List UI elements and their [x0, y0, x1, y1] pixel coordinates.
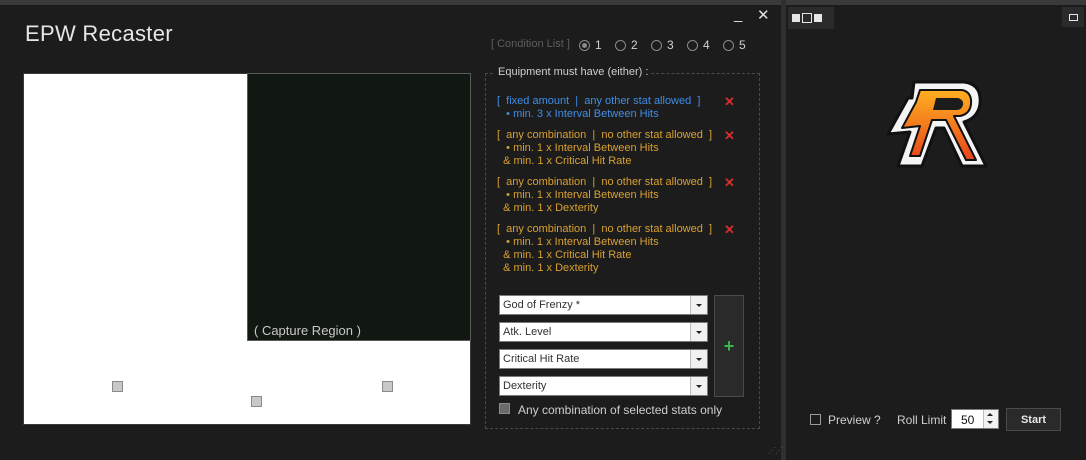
close-button[interactable]: ✕ — [757, 6, 770, 24]
spin-buttons[interactable] — [983, 410, 998, 428]
condition-entry-1[interactable]: [ fixed amount | any other stat allowed … — [497, 95, 700, 121]
condition-entry-3[interactable]: [ any combination | no other stat allowe… — [497, 176, 712, 215]
resize-handle-left[interactable] — [112, 381, 123, 392]
remove-condition-2-icon[interactable]: ✕ — [724, 128, 735, 144]
remove-condition-1-icon[interactable]: ✕ — [724, 94, 735, 110]
add-condition-button[interactable]: + — [714, 295, 744, 397]
capture-region[interactable]: ( Capture Region ) — [247, 73, 471, 341]
minimize-button[interactable]: _ — [734, 6, 742, 23]
radio-icon — [723, 39, 734, 51]
side-toolbar — [788, 7, 834, 29]
condition-list-label: [ Condition List ] — [491, 38, 570, 50]
app-logo — [886, 80, 988, 168]
square-icon[interactable] — [792, 14, 800, 22]
condition-radio-4[interactable]: 4 — [687, 38, 710, 52]
dropdown-arrow-icon — [690, 296, 707, 314]
square-icon[interactable] — [814, 14, 822, 22]
condition-radio-3[interactable]: 3 — [651, 38, 674, 52]
preview-checkbox[interactable] — [810, 414, 821, 425]
any-combination-checkbox[interactable] — [499, 403, 510, 414]
preview-label: Preview ? — [828, 413, 881, 427]
radio-icon — [687, 39, 698, 51]
side-window — [786, 5, 1086, 460]
stat-select-1[interactable]: God of Frenzy * — [499, 295, 708, 315]
resize-grip-icon[interactable]: ⋰⋰ — [768, 446, 783, 455]
stat-select-2[interactable]: Atk. Level — [499, 322, 708, 342]
radio-icon — [651, 39, 662, 51]
any-combination-label: Any combination of selected stats only — [518, 403, 723, 417]
roll-limit-label: Roll Limit — [897, 413, 947, 427]
stat-select-3[interactable]: Critical Hit Rate — [499, 349, 708, 369]
equipment-group-title: Equipment must have (either) : — [495, 66, 652, 78]
condition-radio-1[interactable]: 1 — [579, 38, 602, 52]
dropdown-arrow-icon — [690, 323, 707, 341]
condition-entry-4[interactable]: [ any combination | no other stat allowe… — [497, 223, 712, 275]
spin-up-icon[interactable] — [987, 413, 993, 416]
condition-radio-5[interactable]: 5 — [723, 38, 746, 52]
remove-condition-3-icon[interactable]: ✕ — [724, 175, 735, 191]
stat-select-4[interactable]: Dexterity — [499, 376, 708, 396]
radio-selected-icon — [579, 39, 590, 51]
condition-radio-2[interactable]: 2 — [615, 38, 638, 52]
toggle-icon[interactable] — [802, 13, 812, 23]
condition-entry-2[interactable]: [ any combination | no other stat allowe… — [497, 129, 712, 168]
resize-handle-right[interactable] — [382, 381, 393, 392]
resize-handle-bottom[interactable] — [251, 396, 262, 407]
folder-icon — [1068, 13, 1078, 21]
capture-region-label: ( Capture Region ) — [254, 323, 361, 338]
spin-down-icon[interactable] — [987, 421, 993, 424]
app-title: EPW Recaster — [25, 21, 173, 46]
remove-condition-4-icon[interactable]: ✕ — [724, 222, 735, 238]
radio-icon — [615, 39, 626, 51]
folder-button[interactable] — [1062, 7, 1084, 27]
dropdown-arrow-icon — [690, 350, 707, 368]
dropdown-arrow-icon — [690, 377, 707, 395]
roll-limit-stepper[interactable]: 50 — [951, 409, 999, 429]
start-button[interactable]: Start — [1006, 408, 1061, 431]
